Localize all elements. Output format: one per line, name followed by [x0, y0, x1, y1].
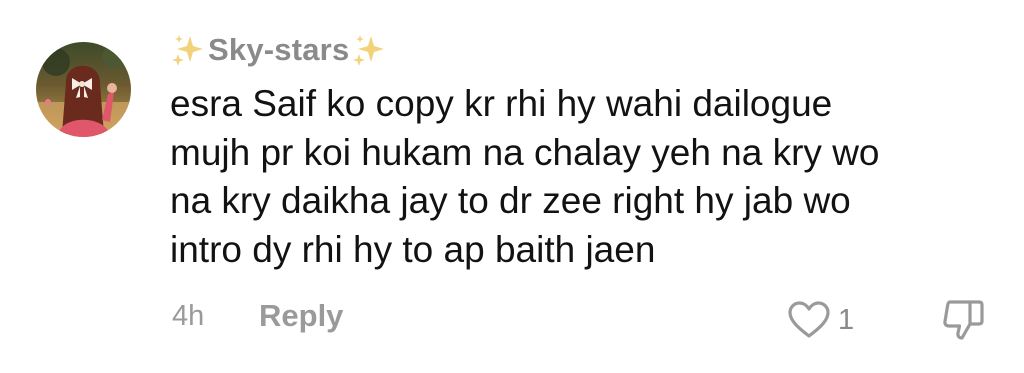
sparkles-icon — [172, 35, 203, 66]
like-count: 1 — [838, 303, 855, 336]
avatar-image — [36, 42, 131, 137]
heart-outline-icon — [788, 301, 830, 338]
reply-button[interactable]: Reply — [259, 298, 343, 334]
username[interactable]: Sky-stars — [206, 32, 351, 68]
comment-timestamp: 4h — [172, 300, 205, 332]
comment-text: esra Saif ko copy kr rhi hy wahi dailogu… — [170, 83, 880, 270]
comment-item: Sky-stars esra Saif ko copy kr rhi hy wa… — [0, 0, 1024, 373]
like-button[interactable]: 1 — [787, 298, 854, 342]
dislike-button[interactable] — [940, 297, 986, 343]
avatar[interactable] — [36, 42, 131, 137]
thumbs-down-outline-icon — [943, 300, 984, 340]
sparkles-icon — [353, 35, 385, 66]
username-row[interactable]: Sky-stars — [170, 28, 387, 72]
